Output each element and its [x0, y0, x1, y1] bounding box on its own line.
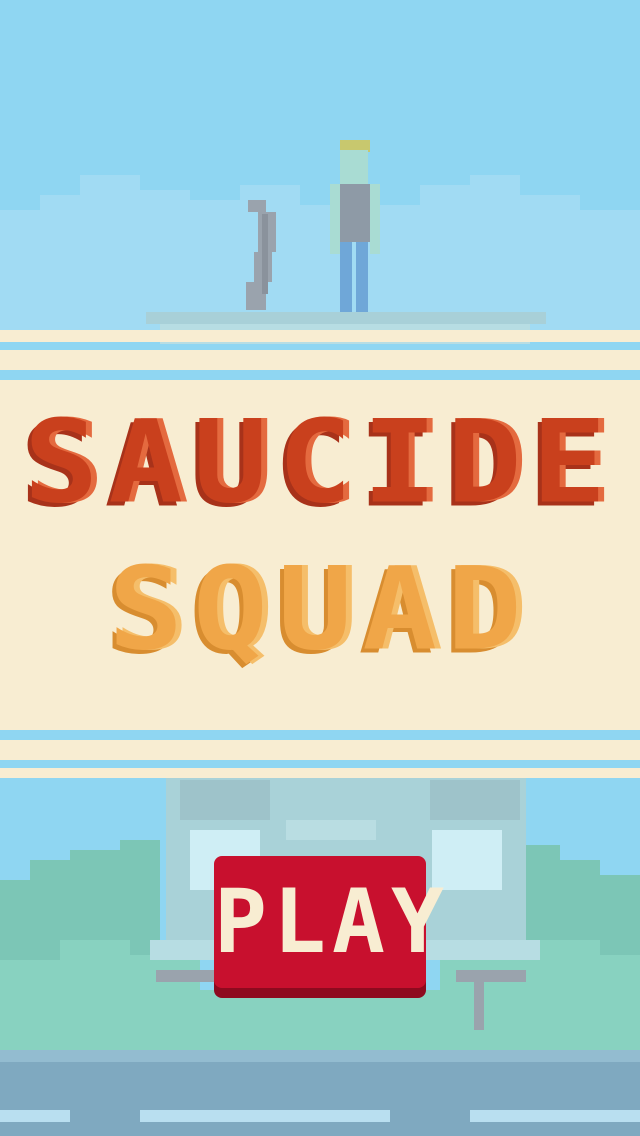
game-title-line-2: SQUAD [108, 543, 532, 677]
title-panel: SAUCIDE SQUAD [0, 380, 640, 730]
game-title-line-1: SAUCIDE [23, 396, 617, 530]
banner-stripe [0, 350, 640, 370]
banner-stripe [0, 768, 640, 778]
banner-stripe [0, 330, 640, 342]
banner-stripe [0, 740, 640, 760]
play-button-label: PLAY [214, 870, 450, 973]
play-button[interactable]: PLAY [214, 856, 450, 988]
